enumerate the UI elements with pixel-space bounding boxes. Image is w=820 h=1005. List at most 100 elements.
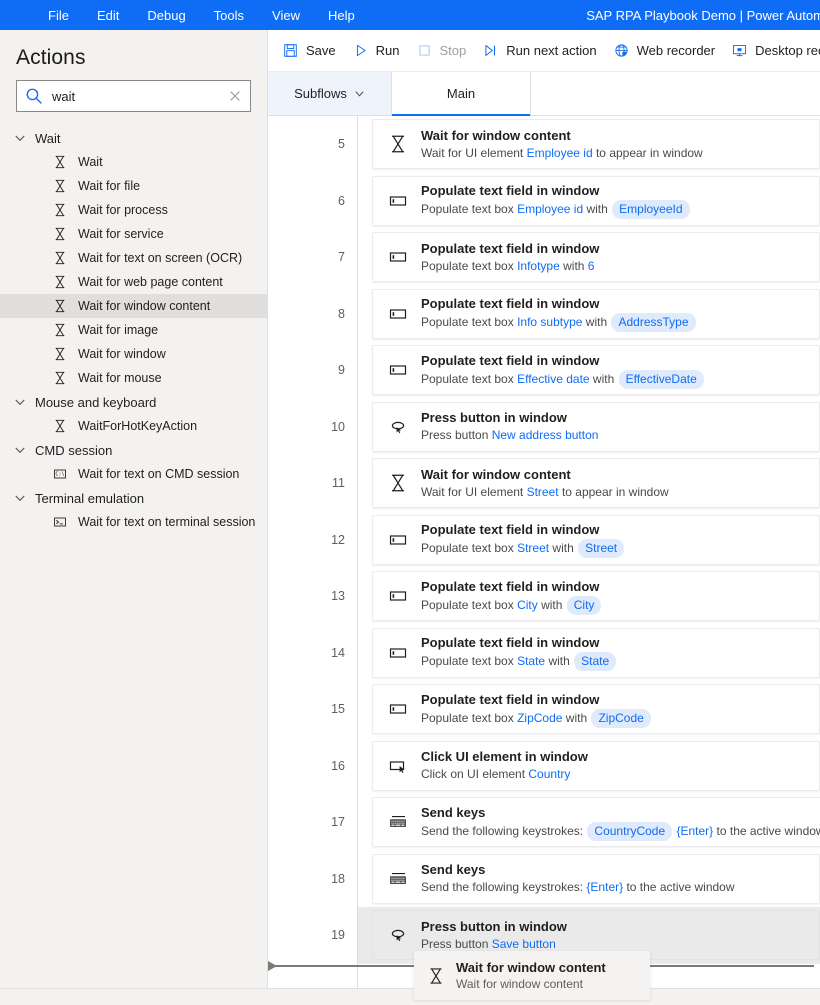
flow-row[interactable]: 14 Populate text field in window Populate… <box>268 625 820 682</box>
row-card-wrapper: Press button in window Press button New a… <box>358 399 820 456</box>
chevron-down-icon <box>15 495 25 502</box>
action-item-wait-for-service[interactable]: Wait for service <box>0 222 267 246</box>
row-number: 11 <box>332 476 345 491</box>
ui-element-link[interactable]: Employee id <box>517 202 583 216</box>
variable-chip[interactable]: State <box>574 652 617 672</box>
flow-row[interactable]: 17 Send keys Send the following keystrok… <box>268 794 820 851</box>
action-card[interactable]: Populate text field in window Populate te… <box>372 345 820 396</box>
action-card[interactable]: Send keys Send the following keystrokes: … <box>372 797 820 848</box>
ui-element-link[interactable]: Infotype <box>517 259 560 273</box>
row-number: 6 <box>338 193 345 208</box>
ui-element-link[interactable]: City <box>517 598 538 612</box>
ui-element-link[interactable]: {Enter} <box>586 880 623 894</box>
svg-text:C:\: C:\ <box>55 472 64 478</box>
action-card[interactable]: Send keys Send the following keystrokes: … <box>372 853 820 904</box>
variable-chip[interactable]: ZipCode <box>591 708 651 728</box>
ui-element-link[interactable]: {Enter} <box>676 824 713 838</box>
action-item-waitforhotkeyaction[interactable]: WaitForHotKeyAction <box>0 414 267 438</box>
action-card[interactable]: Populate text field in window Populate te… <box>372 514 820 565</box>
ui-element-link[interactable]: Street <box>527 485 559 499</box>
flow-row[interactable]: 10 Press button in window Press button Ne… <box>268 399 820 456</box>
flow-row[interactable]: 13 Populate text field in window Populate… <box>268 568 820 625</box>
variable-chip[interactable]: City <box>566 595 602 615</box>
action-item-wait-for-mouse[interactable]: Wait for mouse <box>0 366 267 390</box>
variable-chip[interactable]: AddressType <box>611 313 696 333</box>
flow-row[interactable]: 16 Click UI element in window Click on UI… <box>268 738 820 795</box>
search-input[interactable] <box>52 88 228 104</box>
action-card[interactable]: Populate text field in window Populate te… <box>372 571 820 622</box>
flow-row[interactable]: 15 Populate text field in window Populate… <box>268 681 820 738</box>
web-recorder-button[interactable]: Web recorder <box>605 36 724 66</box>
action-item-wait-for-process[interactable]: Wait for process <box>0 198 267 222</box>
flow-row[interactable]: 8 Populate text field in window Populate … <box>268 286 820 343</box>
action-item-wait-for-text-on-terminal-session[interactable]: Wait for text on terminal session <box>0 510 267 534</box>
tree-group-cmd-session[interactable]: CMD session <box>0 438 267 462</box>
action-item-wait-for-file[interactable]: Wait for file <box>0 174 267 198</box>
ui-element-link[interactable]: ZipCode <box>517 711 562 725</box>
description-text: with <box>559 258 588 273</box>
description-text: Send the following keystrokes: <box>421 823 587 838</box>
desktop-recorder-button[interactable]: Desktop recorder <box>723 36 820 66</box>
textbox-icon <box>389 252 407 262</box>
flow-row[interactable]: 7 Populate text field in window Populate … <box>268 229 820 286</box>
menu-item-edit[interactable]: Edit <box>83 4 133 27</box>
action-item-wait-for-window[interactable]: Wait for window <box>0 342 267 366</box>
variable-chip[interactable]: CountryCode <box>587 821 673 841</box>
action-item-wait-for-text-on-screen-ocr[interactable]: Wait for text on screen (OCR) <box>0 246 267 270</box>
action-card[interactable]: Press button in window Press button New a… <box>372 401 820 452</box>
menu-item-tools[interactable]: Tools <box>200 4 258 27</box>
flow-row[interactable]: 12 Populate text field in window Populate… <box>268 512 820 569</box>
ui-element-link[interactable]: New address button <box>492 428 599 442</box>
description-text: Populate text box <box>421 597 518 612</box>
ui-element-link[interactable]: Info subtype <box>517 315 582 329</box>
tree-group-mouse-and-keyboard[interactable]: Mouse and keyboard <box>0 390 267 414</box>
flow-row[interactable]: 5 Wait for window content Wait for UI elem… <box>268 116 820 173</box>
menu-item-view[interactable]: View <box>258 4 314 27</box>
tab-main[interactable]: Main <box>392 72 530 116</box>
ui-element-link[interactable]: Employee id <box>527 146 593 160</box>
action-card[interactable]: Click UI element in window Click on UI el… <box>372 740 820 791</box>
run-button[interactable]: Run <box>344 36 408 66</box>
tab-subflows[interactable]: Subflows <box>268 72 392 115</box>
save-button[interactable]: Save <box>274 36 344 66</box>
run-next-action-button[interactable]: Run next action <box>474 36 604 66</box>
menu-item-help[interactable]: Help <box>314 4 369 27</box>
ui-element-link[interactable]: Street <box>517 541 549 555</box>
menu-item-file[interactable]: File <box>34 4 83 27</box>
flow-row[interactable]: 18 Send keys Send the following keystrok… <box>268 851 820 908</box>
action-item-wait[interactable]: Wait <box>0 150 267 174</box>
action-card[interactable]: Populate text field in window Populate te… <box>372 684 820 735</box>
action-card[interactable]: Populate text field in window Populate te… <box>372 232 820 283</box>
action-item-wait-for-window-content[interactable]: Wait for window content <box>0 294 267 318</box>
close-icon[interactable] <box>228 89 242 103</box>
action-item-wait-for-text-on-cmd-session[interactable]: C:\ Wait for text on CMD session <box>0 462 267 486</box>
action-item-wait-for-web-page-content[interactable]: Wait for web page content <box>0 270 267 294</box>
ui-element-link[interactable]: Save button <box>492 937 556 951</box>
action-item-label: Wait for web page content <box>78 275 223 289</box>
tree-group-terminal-emulation[interactable]: Terminal emulation <box>0 486 267 510</box>
action-card[interactable]: Populate text field in window Populate te… <box>372 288 820 339</box>
action-card[interactable]: Populate text field in window Populate te… <box>372 627 820 678</box>
flow-action-list[interactable]: 5 Wait for window content Wait for UI elem… <box>268 116 820 988</box>
variable-chip[interactable]: EmployeeId <box>612 200 690 220</box>
action-card[interactable]: Populate text field in window Populate te… <box>372 175 820 226</box>
designer-toolbar: Save Run Stop Run next action Web recorder… <box>268 30 820 72</box>
action-card[interactable]: Wait for window content Wait for UI eleme… <box>372 458 820 509</box>
ui-element-link[interactable]: State <box>517 654 545 668</box>
ui-element-link[interactable]: Country <box>528 767 570 781</box>
search-box[interactable] <box>16 80 251 112</box>
row-number: 7 <box>338 250 345 265</box>
flow-row[interactable]: 9 Populate text field in window Populate … <box>268 342 820 399</box>
action-item-wait-for-image[interactable]: Wait for image <box>0 318 267 342</box>
action-text: Populate text field in window Populate te… <box>421 634 617 672</box>
flow-row[interactable]: 6 Populate text field in window Populate … <box>268 173 820 230</box>
action-card[interactable]: Wait for window content Wait for UI eleme… <box>372 119 820 170</box>
ui-element-link[interactable]: Effective date <box>517 372 590 386</box>
variable-chip[interactable]: Street <box>578 539 625 559</box>
tree-group-wait[interactable]: Wait <box>0 126 267 150</box>
variable-chip[interactable]: EffectiveDate <box>618 369 704 389</box>
flow-row[interactable]: 11 Wait for window content Wait for UI ele… <box>268 455 820 512</box>
search-icon <box>26 88 42 104</box>
ui-element-link[interactable]: 6 <box>588 259 595 273</box>
menu-item-debug[interactable]: Debug <box>133 4 199 27</box>
